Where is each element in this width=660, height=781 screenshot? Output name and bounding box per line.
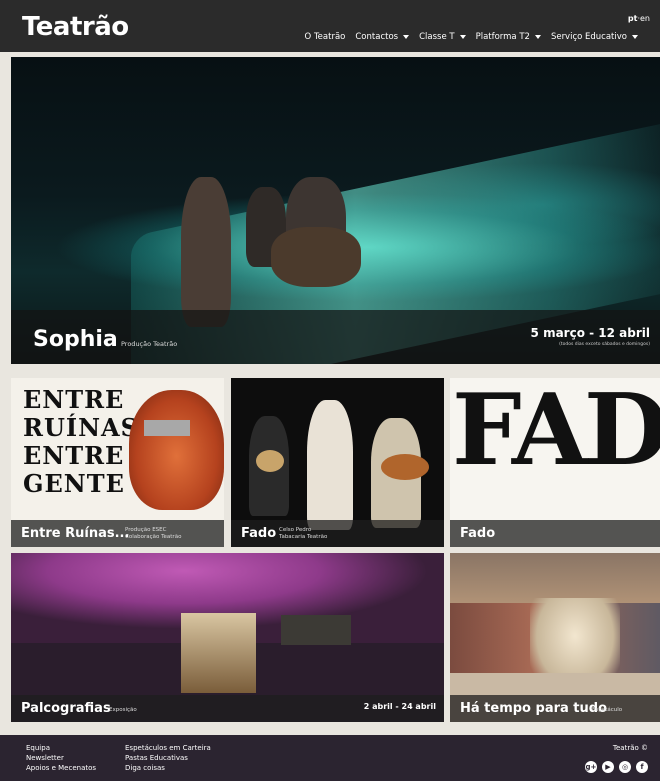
- singer-image: [307, 400, 353, 530]
- nav-label: O Teatrão: [304, 32, 346, 42]
- hero-dates-note: (todos dias exceto sábados e domingos): [559, 342, 650, 347]
- nav-label: Serviço Educativo: [550, 32, 627, 42]
- google-plus-icon[interactable]: g+: [585, 761, 597, 773]
- footer-link-pastas[interactable]: Pastas Educativas: [125, 753, 211, 763]
- youtube-icon[interactable]: ▶: [602, 761, 614, 773]
- card-image-wall: [450, 553, 660, 603]
- social-links: g+ ▶ ◎ f: [585, 761, 648, 773]
- instagram-icon[interactable]: ◎: [619, 761, 631, 773]
- lang-en-link[interactable]: en: [640, 14, 650, 23]
- card-poster-text: FADO: [452, 378, 660, 488]
- nav-label: Platforma T2: [475, 32, 530, 42]
- card-subtitle-line: Celso Pedro: [279, 527, 312, 533]
- card-subtitle: Produção ESEC Colaboração Teatrão: [125, 527, 181, 541]
- card-dates: 2 abril - 24 abril: [363, 702, 436, 711]
- footer-link-apoios[interactable]: Apoios e Mecenatos: [26, 763, 96, 773]
- nav-item-platforma-t2[interactable]: Platforma T2: [476, 32, 541, 42]
- card-poster-sculpture: [129, 390, 224, 510]
- copyright: Teatrão ©: [612, 744, 648, 752]
- card-fado-concert[interactable]: Fado Celso Pedro Tabacaria Teatrão: [231, 378, 444, 547]
- card-poster-band: [144, 420, 190, 436]
- caret-down-icon: [403, 35, 410, 39]
- card-subtitle: Espetáculo: [592, 707, 623, 713]
- card-image-panel: [181, 613, 256, 693]
- card-image-wall: [281, 615, 351, 645]
- facebook-icon[interactable]: f: [636, 761, 648, 773]
- footer-links-col2: Espetáculos em Carteira Pastas Educativa…: [125, 743, 211, 773]
- caret-down-icon: [534, 35, 541, 39]
- card-title: Entre Ruínas...: [21, 526, 130, 541]
- card-subtitle-line: Colaboração Teatrão: [125, 534, 182, 540]
- nav-label: Contactos: [355, 32, 399, 42]
- hero-subtitle: Produção Teatrão: [121, 340, 178, 348]
- site-footer: Equipa Newsletter Apoios e Mecenatos Esp…: [0, 735, 660, 781]
- footer-link-newsletter[interactable]: Newsletter: [26, 753, 96, 763]
- guitar-icon: [256, 450, 284, 472]
- card-title: Palcografias: [21, 701, 111, 716]
- footer-link-equipa[interactable]: Equipa: [26, 743, 96, 753]
- nav-item-servico-educativo[interactable]: Serviço Educativo: [551, 32, 638, 42]
- main-nav: O Teatrão Contactos Classe T Platforma T…: [305, 32, 638, 42]
- guitar-icon: [381, 454, 429, 480]
- card-title: Fado: [460, 526, 496, 541]
- hero-title[interactable]: Sophia: [33, 327, 118, 352]
- card-ha-tempo-para-tudo[interactable]: Há tempo para tudo Espetáculo: [450, 553, 660, 722]
- site-header: Teatrão pt·en O Teatrão Contactos Classe…: [0, 0, 660, 52]
- card-subtitle-line: Produção ESEC: [125, 527, 167, 533]
- language-switcher: pt·en: [628, 14, 650, 23]
- footer-links-col1: Equipa Newsletter Apoios e Mecenatos: [26, 743, 96, 773]
- card-fado-poster[interactable]: FADO Fado: [450, 378, 660, 547]
- footer-link-diga-coisas[interactable]: Diga coisas: [125, 763, 211, 773]
- nav-label: Classe T: [419, 32, 455, 42]
- caret-down-icon: [459, 35, 466, 39]
- card-subtitle: Exposição: [109, 707, 137, 713]
- nav-item-classe-t[interactable]: Classe T: [419, 32, 466, 42]
- card-palcografias[interactable]: Palcografias Exposição 2 abril - 24 abri…: [11, 553, 444, 722]
- caret-down-icon: [632, 35, 638, 39]
- footer-link-espetaculos[interactable]: Espetáculos em Carteira: [125, 743, 211, 753]
- card-title: Há tempo para tudo: [460, 701, 608, 716]
- card-subtitle: Celso Pedro Tabacaria Teatrão: [279, 527, 327, 541]
- hero-dates: 5 março - 12 abril: [530, 326, 650, 340]
- nav-item-contactos[interactable]: Contactos: [355, 32, 410, 42]
- hero-banner-sophia[interactable]: Sophia Produção Teatrão 5 março - 12 abr…: [11, 57, 660, 364]
- card-subtitle-line: Tabacaria Teatrão: [279, 534, 328, 540]
- card-entre-ruinas[interactable]: ENTRE RUÍNAS, ENTRE GENTE Entre Ruínas... P…: [11, 378, 224, 547]
- site-logo[interactable]: Teatrão: [22, 12, 129, 42]
- nav-item-o-teatrao[interactable]: O Teatrão: [305, 32, 346, 42]
- card-title: Fado: [241, 526, 277, 541]
